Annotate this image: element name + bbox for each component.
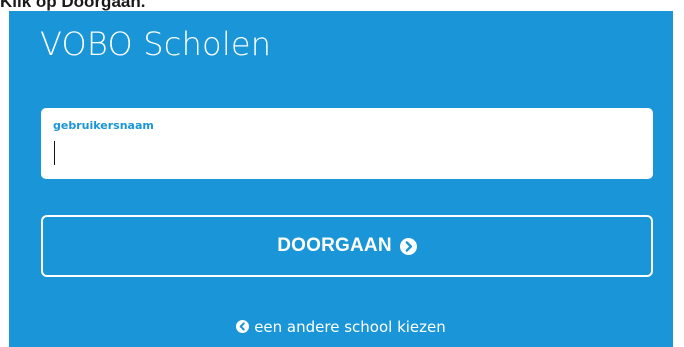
chevron-circle-left-icon [236,318,250,333]
login-panel: VOBO Scholen gebruikersnaam DOORGAAN een… [9,11,673,347]
other-school-link[interactable]: een andere school kiezen [9,317,673,337]
other-school-label: een andere school kiezen [254,318,446,336]
app-title: VOBO Scholen [40,25,272,63]
continue-button-label: DOORGAAN [277,235,392,256]
page: Klik op Doorgaan. VOBO Scholen gebruiker… [0,0,684,347]
text-cursor [54,141,55,165]
username-label: gebruikersnaam [53,119,154,132]
username-field[interactable]: gebruikersnaam [41,108,653,179]
continue-button[interactable]: DOORGAAN [41,215,653,277]
chevron-circle-right-icon [399,237,417,255]
username-input[interactable] [51,138,645,166]
